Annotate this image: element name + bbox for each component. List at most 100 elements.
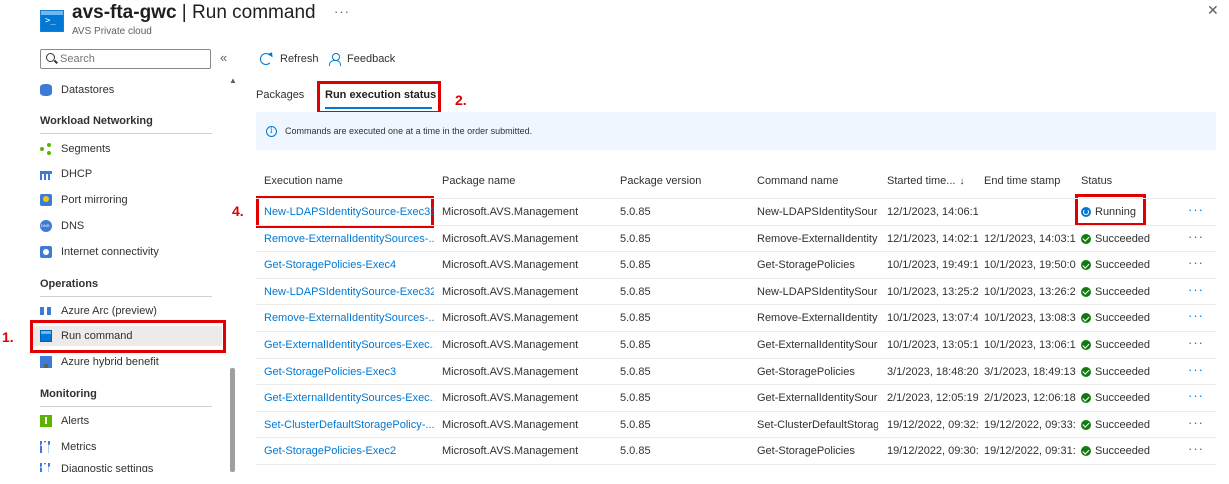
row-more-actions-button[interactable]: ··· [1188,415,1204,430]
execution-name-link[interactable]: Get-StoragePolicies-Exec4 [264,259,434,271]
sidebar-scrollbar[interactable] [230,368,235,472]
info-banner: Commands are executed one at a time in t… [256,112,1216,150]
azure-arc-icon [40,305,52,317]
row-more-actions-button[interactable]: ··· [1188,229,1204,244]
row-more-actions-button[interactable]: ··· [1188,255,1204,270]
callout-box-run-command [30,320,226,353]
table-row[interactable]: Set-ClusterDefaultStoragePolicy-... Micro… [256,412,1216,438]
table-cell: Remove-ExternalIdentitySo [757,232,878,245]
table-row[interactable]: Get-StoragePolicies-Exec2 Microsoft.AVS.M… [256,438,1216,464]
column-header-package-name[interactable]: Package name [442,175,515,187]
column-header-end-time-stamp[interactable]: End time stamp [984,175,1060,187]
succeeded-icon [1081,419,1091,430]
table-row[interactable]: Remove-ExternalIdentitySources-... Micros… [256,305,1216,331]
feedback-label: Feedback [347,53,396,65]
execution-name-link[interactable]: Remove-ExternalIdentitySources-... [264,233,434,245]
search-input[interactable] [60,51,205,67]
execution-name-link[interactable]: Get-ExternalIdentitySources-Exec... [264,392,434,404]
table-cell: 5.0.85 [620,365,651,378]
segments-icon [40,143,52,155]
sidebar-item-azure-arc[interactable]: Azure Arc (preview) [40,301,220,321]
table-cell: 5.0.85 [620,285,651,298]
sidebar-item-label: Azure hybrid benefit [61,356,159,368]
feedback-button[interactable]: Feedback [328,50,395,68]
table-row[interactable]: Get-StoragePolicies-Exec4 Microsoft.AVS.M… [256,252,1216,278]
section-operations: Operations [40,278,99,290]
more-actions-button[interactable]: ··· [334,4,350,19]
refresh-button[interactable]: Refresh [260,50,319,68]
table-row[interactable]: New-LDAPSIdentitySource-Exec33 Microsoft.… [256,199,1216,225]
title-separator: | [176,2,193,23]
table-cell: 10/1/2023, 19:50:0 [984,259,1076,272]
sidebar-item-dns[interactable]: DNS [40,216,220,236]
scroll-up-arrow[interactable]: ▲ [229,76,237,85]
table-cell: 3/1/2023, 18:49:13 [984,365,1076,378]
succeeded-icon [1081,260,1091,271]
table-cell: 19/12/2022, 09:30: [887,445,978,458]
sidebar-item-datastores[interactable]: Datastores [40,80,220,100]
table-cell: Microsoft.AVS.Management [442,206,579,218]
table-row[interactable]: Get-StoragePolicies-Exec3 Microsoft.AVS.M… [256,359,1216,385]
column-header-package-version[interactable]: Package version [620,175,701,187]
table-row[interactable]: Remove-ExternalIdentitySources-... Micros… [256,226,1216,252]
table-cell: Get-StoragePolicies [757,445,855,458]
execution-name-link[interactable]: Set-ClusterDefaultStoragePolicy-... [264,419,434,431]
execution-name-link[interactable]: New-LDAPSIdentitySource-Exec32 [264,286,434,298]
succeeded-icon [1081,340,1091,350]
table-row[interactable]: Get-ExternalIdentitySources-Exec... Micro… [256,385,1216,411]
sidebar-item-port-mirroring[interactable]: Port mirroring [40,190,220,210]
sidebar-item-metrics[interactable]: Metrics [40,437,220,457]
status-label: Succeeded [1095,445,1151,458]
table-cell: 2/1/2023, 12:05:19 [887,392,978,405]
row-more-actions-button[interactable]: ··· [1188,308,1204,323]
metrics-icon [40,441,52,453]
table-cell: 5.0.85 [620,259,651,272]
table-cell: 3/1/2023, 18:48:20 [887,365,978,378]
sidebar-item-label: DNS [61,220,85,232]
sidebar-item-internet-connectivity[interactable]: Internet connectivity [40,242,220,262]
column-header-execution-name[interactable]: Execution name [264,175,343,187]
row-more-actions-button[interactable]: ··· [1188,388,1204,403]
status-label: Succeeded [1095,285,1151,298]
sidebar-item-alerts[interactable]: Alerts [40,411,220,431]
status-badge: Succeeded [1081,366,1150,378]
sidebar-item-dhcp[interactable]: DHCP [40,164,220,184]
status-badge: Succeeded [1081,286,1150,298]
row-more-actions-button[interactable]: ··· [1188,362,1204,377]
table-cell: 2/1/2023, 12:06:18 [984,392,1076,405]
sidebar-item-diagnostic-settings[interactable]: Diagnostic settings [40,463,220,472]
section-divider [40,133,212,134]
table-cell: Get-StoragePolicies [757,259,855,272]
status-label: Succeeded [1095,232,1151,245]
row-more-actions-button[interactable]: ··· [1188,202,1204,217]
execution-name-link[interactable]: Get-StoragePolicies-Exec3 [264,366,434,378]
section-workload-networking: Workload Networking [40,115,153,127]
row-more-actions-button[interactable]: ··· [1188,282,1204,297]
alerts-icon [40,415,52,427]
table-row[interactable]: New-LDAPSIdentitySource-Exec32 Microsoft.… [256,279,1216,305]
sidebar-item-azure-hybrid-benefit[interactable]: Azure hybrid benefit [40,352,220,372]
execution-name-link[interactable]: Get-ExternalIdentitySources-Exec... [264,339,434,351]
table-cell: 5.0.85 [620,445,651,458]
tab-packages[interactable]: Packages [256,89,304,101]
column-header-command-name[interactable]: Command name [757,175,838,187]
collapse-sidebar-button[interactable]: « [220,50,227,65]
sidebar-item-segments[interactable]: Segments [40,139,220,159]
row-more-actions-button[interactable]: ··· [1188,441,1204,456]
table-row[interactable]: Get-ExternalIdentitySources-Exec... Micro… [256,332,1216,358]
execution-name-link[interactable]: New-LDAPSIdentitySource-Exec33 [264,206,434,218]
succeeded-icon [1081,233,1091,244]
table-cell: Microsoft.AVS.Management [442,285,579,298]
sidebar-item-label: Alerts [61,415,90,427]
close-icon[interactable]: ✕ [1207,2,1219,19]
table-cell: 5.0.85 [620,392,651,405]
column-header-status[interactable]: Status [1081,175,1112,187]
tab-run-execution-status[interactable]: Run execution status [325,89,436,101]
execution-name-link[interactable]: Remove-ExternalIdentitySources-... [264,312,434,324]
succeeded-icon [1081,313,1091,324]
table-cell: Microsoft.AVS.Management [442,365,579,378]
sidebar-search[interactable] [40,49,211,69]
execution-name-link[interactable]: Get-StoragePolicies-Exec2 [264,445,434,457]
row-more-actions-button[interactable]: ··· [1188,335,1204,350]
column-header-started-time[interactable]: Started time... ↓ [887,175,964,187]
